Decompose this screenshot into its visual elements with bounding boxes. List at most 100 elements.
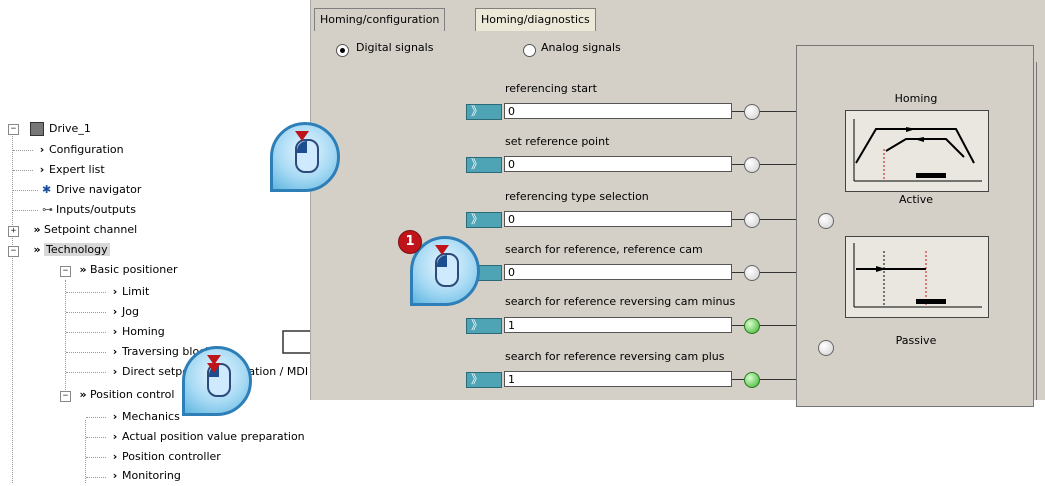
- tree-connector: [86, 437, 106, 438]
- tree-connector: [66, 372, 106, 373]
- wire: [732, 325, 744, 326]
- tree-connector: [13, 210, 38, 211]
- mouse-click-icon: [270, 122, 340, 192]
- tree-item-technology[interactable]: » Technology: [30, 240, 110, 260]
- tree-item-monitoring[interactable]: › Monitoring: [108, 466, 181, 486]
- collapse-toggle[interactable]: −: [8, 124, 19, 135]
- tab-homing-configuration[interactable]: Homing/configuration: [314, 8, 446, 31]
- tree-item-label: Homing: [122, 325, 165, 338]
- wire: [760, 164, 798, 165]
- connect-button[interactable]: [466, 370, 502, 388]
- wire: [732, 272, 744, 273]
- tree-connector: [13, 150, 33, 151]
- wire: [732, 219, 744, 220]
- connect-button[interactable]: [466, 155, 502, 173]
- tree-item-basic-positioner[interactable]: » Basic positioner: [76, 260, 177, 280]
- status-led: [744, 265, 760, 281]
- wire: [760, 325, 798, 326]
- tree-item-label: Limit: [122, 285, 150, 298]
- tree-item-label: Jog: [122, 305, 139, 318]
- chevron-right-icon: ›: [112, 430, 118, 443]
- tree-item-label: Position controller: [122, 450, 221, 463]
- signal-label: search for reference, reference cam: [505, 243, 703, 256]
- chevron-right-icon: ›: [112, 345, 118, 358]
- tree-connector: [86, 417, 106, 418]
- signal-value-field[interactable]: 0: [504, 211, 732, 227]
- expand-toggle[interactable]: +: [8, 226, 19, 237]
- tree-connector: [86, 457, 106, 458]
- collapse-toggle[interactable]: −: [60, 391, 71, 402]
- tree-item-homing[interactable]: › Homing: [108, 322, 165, 342]
- tree-item-label: Actual position value preparation: [122, 430, 305, 443]
- double-chevron-icon: »: [33, 223, 41, 236]
- wire: [732, 164, 744, 165]
- radio-digital-signals[interactable]: [336, 44, 349, 57]
- tab-homing-diagnostics[interactable]: Homing/diagnostics: [475, 8, 596, 31]
- step-badge: 1: [398, 230, 422, 254]
- wire: [760, 272, 798, 273]
- chevron-right-icon: ›: [39, 143, 45, 156]
- signal-value-field[interactable]: 0: [504, 156, 732, 172]
- signal-value-field[interactable]: 0: [504, 103, 732, 119]
- signal-label: set reference point: [505, 135, 610, 148]
- chevron-right-icon: ›: [112, 285, 118, 298]
- panel-right-edge: [1036, 62, 1045, 400]
- tree-item-label: Setpoint channel: [44, 223, 138, 236]
- wire: [760, 219, 798, 220]
- wire: [732, 111, 744, 112]
- mouse-double-click-icon: [182, 346, 252, 416]
- signal-value-field[interactable]: 0: [504, 264, 732, 280]
- tree-connector: [13, 170, 33, 171]
- connect-button[interactable]: [466, 102, 502, 120]
- chevron-right-icon: ›: [112, 469, 118, 482]
- passive-led: [818, 340, 834, 356]
- tree-item-label: Expert list: [49, 163, 105, 176]
- tree-item-label: Drive navigator: [56, 183, 142, 196]
- double-chevron-icon: »: [33, 243, 41, 256]
- drive-navigator-icon: ✱: [42, 183, 52, 196]
- homing-label: Homing: [894, 92, 938, 105]
- signal-label: referencing type selection: [505, 190, 649, 203]
- collapse-toggle[interactable]: −: [60, 266, 71, 277]
- double-chevron-icon: »: [79, 263, 87, 276]
- tree-item-setpoint-channel[interactable]: » Setpoint channel: [30, 220, 137, 240]
- chevron-right-icon: ›: [39, 163, 45, 176]
- tree-connector: [86, 477, 106, 478]
- passive-graph: [845, 236, 989, 318]
- status-led-on: [744, 372, 760, 388]
- tree-item-actual-position[interactable]: › Actual position value preparation: [108, 427, 305, 447]
- tree-guide: [12, 136, 13, 483]
- tree-item-label: Position control: [90, 388, 175, 401]
- signal-label: search for reference reversing cam plus: [505, 350, 725, 363]
- connect-button[interactable]: [466, 210, 502, 228]
- radio-analog-label: Analog signals: [541, 41, 621, 54]
- chevron-right-icon: ›: [112, 325, 118, 338]
- active-profile-graph: [853, 119, 982, 182]
- tree-item-label: Basic positioner: [90, 263, 178, 276]
- tree-item-configuration[interactable]: › Configuration: [35, 140, 124, 160]
- active-graph: [845, 110, 989, 192]
- signal-value-field[interactable]: 1: [504, 371, 732, 387]
- tree-item-expert-list[interactable]: › Expert list: [35, 160, 105, 180]
- signal-value-field[interactable]: 1: [504, 317, 732, 333]
- active-led: [818, 213, 834, 229]
- collapse-toggle[interactable]: −: [8, 246, 19, 257]
- wire: [732, 379, 744, 380]
- connect-button[interactable]: [466, 316, 502, 334]
- tree-item-drive[interactable]: Drive_1: [30, 119, 91, 139]
- status-led: [744, 157, 760, 173]
- tree-item-jog[interactable]: › Jog: [108, 302, 139, 322]
- tree-root-label: Drive_1: [49, 122, 91, 135]
- tree-item-position-control[interactable]: » Position control: [76, 385, 174, 405]
- status-led: [744, 104, 760, 120]
- tree-connector: [13, 190, 38, 191]
- io-icon: ⊶: [42, 203, 53, 216]
- tree-item-inputs-outputs[interactable]: ⊶ Inputs/outputs: [42, 200, 136, 220]
- tree-guide: [85, 420, 86, 483]
- tree-item-mechanics[interactable]: › Mechanics: [108, 407, 180, 427]
- signal-label: search for reference reversing cam minus: [505, 295, 736, 308]
- tree-item-position-controller[interactable]: › Position controller: [108, 447, 221, 467]
- tree-item-limit[interactable]: › Limit: [108, 282, 150, 302]
- radio-analog-signals[interactable]: [523, 44, 536, 57]
- tree-item-drive-navigator[interactable]: ✱ Drive navigator: [42, 180, 141, 200]
